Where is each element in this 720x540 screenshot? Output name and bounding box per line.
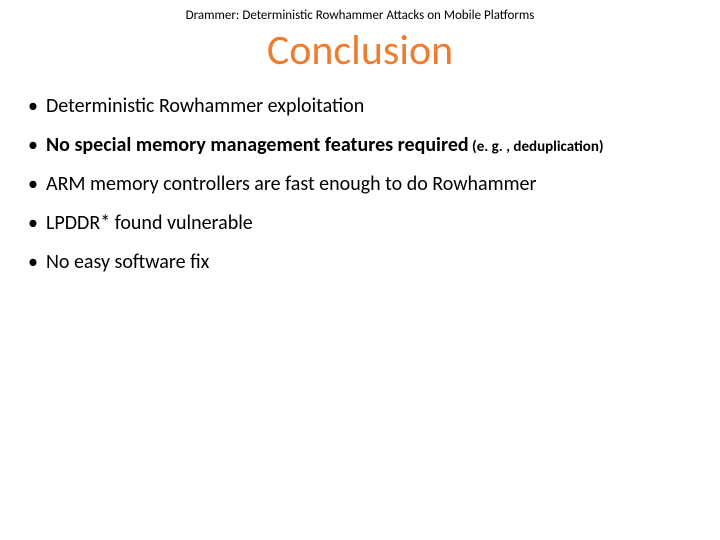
list-item: Deterministic Rowhammer exploitation [28,94,702,119]
bullet-main-text: No special memory management features re… [46,133,469,157]
list-item: No special memory management features re… [28,133,702,158]
slide-header: Drammer: Deterministic Rowhammer Attacks… [18,8,702,23]
list-item: ARM memory controllers are fast enough t… [28,172,702,197]
list-item: No easy software fix [28,250,702,275]
slide-title: Conclusion [18,25,702,76]
bullet-trail-text: (e. g. , deduplication) [469,138,604,156]
bullet-list: Deterministic Rowhammer exploitation No … [18,94,702,275]
slide: Drammer: Deterministic Rowhammer Attacks… [0,0,720,540]
list-item: LPDDR* found vulnerable [28,211,702,236]
